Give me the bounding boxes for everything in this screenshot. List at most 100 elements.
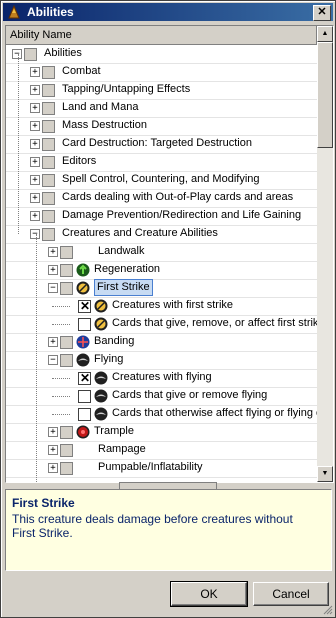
ability-checkbox[interactable]	[60, 246, 73, 259]
expand-icon[interactable]: +	[48, 265, 58, 275]
tree-row-label: Abilities	[44, 47, 82, 59]
expand-icon[interactable]: +	[48, 337, 58, 347]
window-title: Abilities	[27, 5, 74, 19]
description-body: This creature deals damage before creatu…	[12, 512, 293, 540]
expand-icon[interactable]: +	[30, 211, 40, 221]
scroll-down-button[interactable]: ▼	[317, 466, 333, 482]
tree-row[interactable]: + Land and Mana	[6, 99, 317, 118]
tree-row-label: First Strike	[94, 279, 153, 296]
tree-row[interactable]: − Flying	[6, 351, 317, 370]
tree-row[interactable]: + Banding	[6, 333, 317, 352]
cancel-button[interactable]: Cancel	[253, 582, 329, 606]
ability-checkbox[interactable]	[42, 138, 55, 151]
tree-row[interactable]: + Cards dealing with Out-of-Play cards an…	[6, 189, 317, 208]
close-button[interactable]: ✕	[313, 5, 331, 21]
check-mark-icon: ✕	[80, 371, 91, 385]
tree-row[interactable]: + Pumpable/Inflatability	[6, 459, 317, 478]
ability-checkbox[interactable]	[42, 210, 55, 223]
ability-checkbox[interactable]: ✕	[78, 371, 91, 385]
ability-checkbox[interactable]	[42, 174, 55, 187]
tree-row-label: Pumpable/Inflatability	[98, 461, 203, 473]
scroll-up-button[interactable]: ▲	[317, 26, 333, 42]
expand-icon[interactable]: +	[30, 193, 40, 203]
tree-row[interactable]: + Trample	[6, 423, 317, 442]
tree-row[interactable]: + Regeneration	[6, 261, 317, 280]
first-strike-icon	[94, 317, 108, 331]
tree-row-label: Landwalk	[98, 245, 145, 257]
tree-row[interactable]: − Abilities	[6, 45, 317, 64]
tree-row[interactable]: + Combat	[6, 63, 317, 82]
tree-row[interactable]: Cards that give or remove flying	[6, 387, 317, 406]
expand-icon[interactable]: +	[30, 175, 40, 185]
tree-row-label: Combat	[62, 65, 101, 77]
ability-checkbox[interactable]	[60, 444, 73, 457]
tree-row-label: Creatures with first strike	[112, 299, 234, 311]
tree-row[interactable]: + Landwalk	[6, 243, 317, 262]
ability-checkbox[interactable]	[60, 264, 73, 277]
flying-icon	[94, 389, 108, 403]
tree-connector	[52, 396, 70, 397]
expand-icon[interactable]: +	[48, 247, 58, 257]
collapse-icon[interactable]: −	[48, 355, 58, 365]
tree-row[interactable]: + Editors	[6, 153, 317, 172]
expand-icon[interactable]: +	[30, 85, 40, 95]
ability-checkbox[interactable]	[60, 462, 73, 475]
ability-checkbox[interactable]	[42, 66, 55, 79]
abilities-window: Abilities ✕ Ability Name − Abilities + Comb…	[0, 0, 336, 618]
expand-icon[interactable]: +	[30, 67, 40, 77]
collapse-icon[interactable]: −	[48, 283, 58, 293]
tree-row-label: Creatures with flying	[112, 371, 212, 383]
expand-icon[interactable]: +	[30, 139, 40, 149]
tree-row-label: Rampage	[98, 443, 146, 455]
regeneration-icon	[76, 263, 90, 277]
tree-row[interactable]: ✕ Creatures with first strike	[6, 297, 317, 316]
tree-row-label: Cards that give or remove flying	[112, 389, 268, 401]
ability-checkbox[interactable]	[24, 48, 37, 61]
tree-row[interactable]: + Rampage	[6, 441, 317, 460]
ability-checkbox[interactable]	[78, 408, 91, 421]
app-icon	[8, 4, 20, 19]
tree-row[interactable]: + Spell Control, Countering, and Modifyin…	[6, 171, 317, 190]
tree-connector	[52, 378, 70, 379]
expand-icon[interactable]: +	[30, 157, 40, 167]
tree-row[interactable]: Cards that give, remove, or affect first…	[6, 315, 317, 334]
expand-icon[interactable]: +	[48, 463, 58, 473]
ability-checkbox[interactable]	[60, 354, 73, 367]
ability-checkbox[interactable]	[78, 390, 91, 403]
scroll-thumb[interactable]	[317, 42, 333, 148]
ability-checkbox[interactable]	[42, 84, 55, 97]
ability-checkbox[interactable]	[78, 318, 91, 331]
collapse-icon[interactable]: −	[30, 229, 40, 239]
tree-row[interactable]: − First Strike	[6, 279, 317, 298]
title-bar[interactable]: Abilities ✕	[3, 3, 333, 21]
tree-row[interactable]: ✕ Creatures with flying	[6, 369, 317, 388]
ability-checkbox[interactable]: ✕	[78, 299, 91, 313]
first-strike-icon	[94, 299, 108, 313]
ability-checkbox[interactable]	[42, 120, 55, 133]
resize-grip-icon[interactable]	[323, 605, 333, 615]
ability-checkbox[interactable]	[60, 336, 73, 349]
ability-checkbox[interactable]	[42, 192, 55, 205]
ability-checkbox[interactable]	[42, 228, 55, 241]
ability-checkbox[interactable]	[60, 426, 73, 439]
vertical-scrollbar[interactable]: ▲ ▼	[317, 26, 333, 482]
ability-checkbox[interactable]	[42, 156, 55, 169]
expand-icon[interactable]: +	[48, 427, 58, 437]
collapse-icon[interactable]: −	[12, 49, 22, 59]
tree-guide-line	[36, 234, 37, 482]
expand-icon[interactable]: +	[30, 103, 40, 113]
tree-row[interactable]: Cards that otherwise affect flying or fl…	[6, 405, 317, 424]
expand-icon[interactable]: +	[48, 445, 58, 455]
tree-row[interactable]: + Damage Prevention/Redirection and Life …	[6, 207, 317, 226]
tree-row[interactable]: + Mass Destruction	[6, 117, 317, 136]
ability-tree[interactable]: Ability Name − Abilities + Combat + Tapping/U…	[5, 25, 334, 483]
ability-checkbox[interactable]	[42, 102, 55, 115]
tree-row-label: Damage Prevention/Redirection and Life G…	[62, 209, 302, 221]
tree-row[interactable]: − Creatures and Creature Abilities	[6, 225, 317, 244]
expand-icon[interactable]: +	[30, 121, 40, 131]
ok-button[interactable]: OK	[170, 581, 248, 607]
ability-checkbox[interactable]	[60, 282, 73, 295]
column-header-ability-name[interactable]: Ability Name	[6, 26, 317, 45]
tree-row[interactable]: + Card Destruction: Targeted Destruction	[6, 135, 317, 154]
tree-row[interactable]: + Tapping/Untapping Effects	[6, 81, 317, 100]
